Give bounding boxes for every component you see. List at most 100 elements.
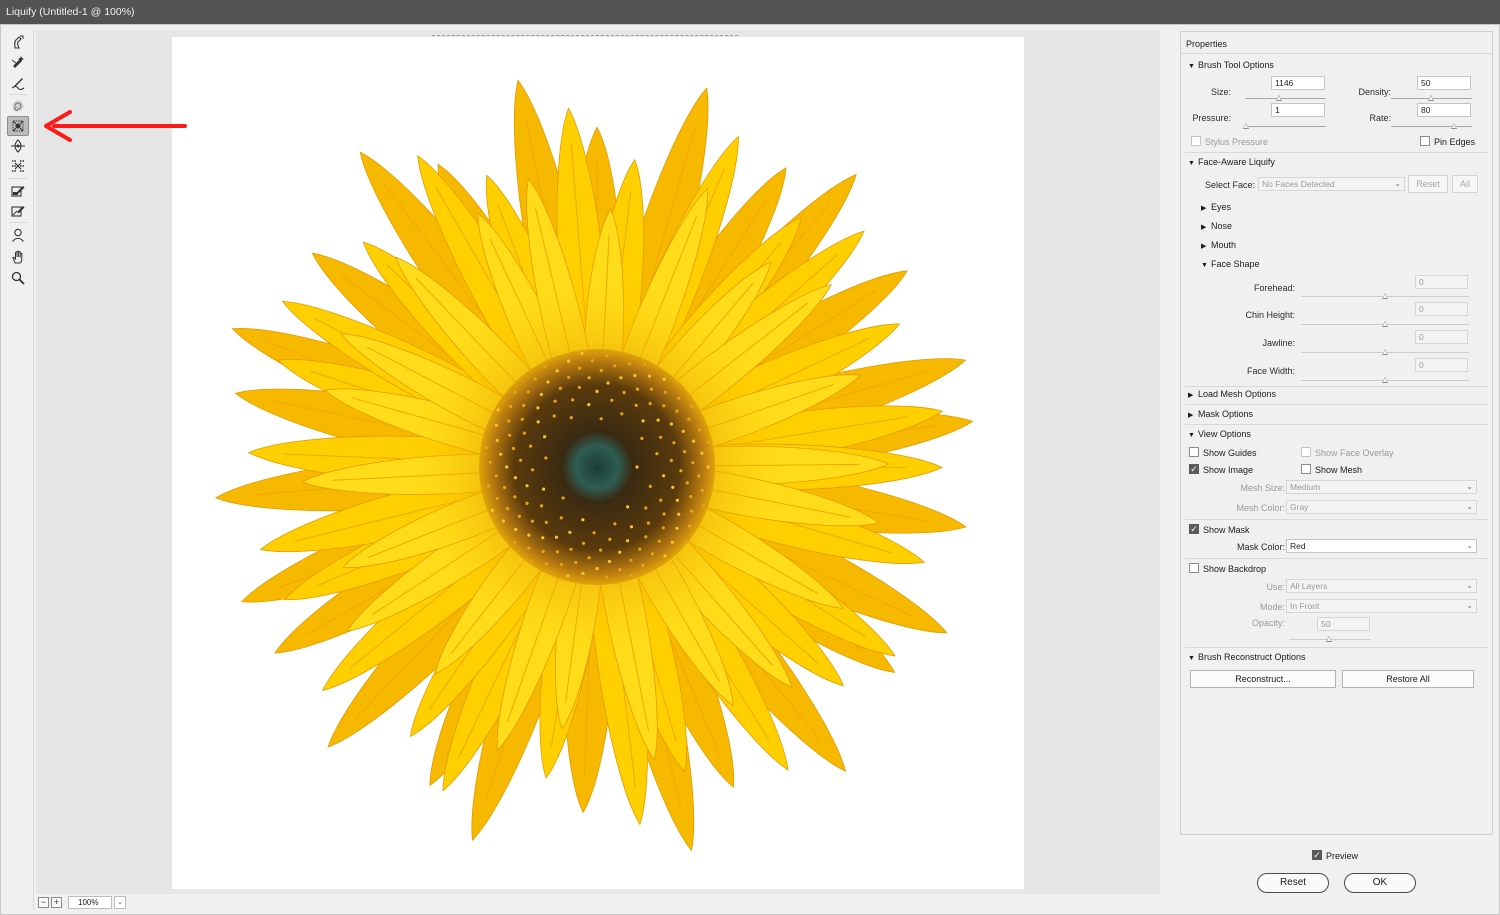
- thaw-mask-tool-icon[interactable]: [7, 200, 29, 220]
- section-face-aware-liquify[interactable]: ▼ Face-Aware Liquify: [1188, 157, 1275, 167]
- chevron-down-icon: ⌄: [1466, 482, 1473, 491]
- face-reset-button[interactable]: Reset: [1408, 175, 1448, 193]
- chevron-down-icon: ⌄: [1466, 541, 1473, 550]
- chin-height-input[interactable]: 0: [1415, 302, 1468, 316]
- preview-checkbox[interactable]: ✓: [1312, 850, 1322, 860]
- zoom-level-field[interactable]: 100%: [68, 895, 112, 909]
- pin-edges-checkbox[interactable]: [1420, 136, 1430, 146]
- window-title-bar: Liquify (Untitled-1 @ 100%): [0, 0, 1500, 24]
- triangle-down-icon: ▼: [1188, 160, 1195, 167]
- size-input[interactable]: 1146: [1271, 76, 1325, 90]
- use-label: Use:: [1266, 582, 1285, 592]
- subsection-face-shape[interactable]: ▼ Face Shape: [1201, 259, 1260, 269]
- show-mesh-checkbox[interactable]: [1301, 464, 1311, 474]
- push-left-tool-icon[interactable]: [7, 156, 29, 176]
- sunflower-image: [214, 79, 974, 852]
- window-title: Liquify (Untitled-1 @ 100%): [6, 6, 135, 18]
- zoom-out-button[interactable]: −: [38, 896, 49, 908]
- section-mask-options[interactable]: ▶ Mask Options: [1188, 409, 1253, 419]
- show-guides-checkbox[interactable]: [1189, 447, 1199, 457]
- forehead-slider-thumb[interactable]: [1382, 293, 1388, 299]
- reconstruct-button[interactable]: Reconstruct...: [1190, 670, 1336, 688]
- show-mask-checkbox[interactable]: ✓: [1189, 524, 1199, 534]
- section-load-mesh-options[interactable]: ▶ Load Mesh Options: [1188, 389, 1276, 399]
- rate-slider-thumb[interactable]: [1451, 123, 1457, 129]
- rate-slider-track[interactable]: [1391, 126, 1472, 127]
- mesh-color-label: Mesh Color:: [1236, 503, 1285, 513]
- density-input[interactable]: 50: [1417, 76, 1471, 90]
- section-brush-reconstruct-options[interactable]: ▼ Brush Reconstruct Options: [1188, 652, 1306, 662]
- ok-button[interactable]: OK: [1344, 873, 1416, 893]
- show-backdrop-checkbox[interactable]: [1189, 563, 1199, 573]
- restore-all-button[interactable]: Restore All: [1342, 670, 1474, 688]
- use-dropdown[interactable]: All Layers ⌄: [1286, 579, 1477, 593]
- mask-color-dropdown[interactable]: Red ⌄: [1286, 539, 1477, 553]
- twirl-clockwise-tool-icon[interactable]: [7, 96, 29, 116]
- mesh-size-dropdown[interactable]: Medium ⌄: [1286, 480, 1477, 494]
- section-brush-tool-options[interactable]: ▼ Brush Tool Options: [1188, 60, 1274, 70]
- smooth-tool-icon[interactable]: [7, 72, 29, 92]
- face-all-button[interactable]: All: [1452, 175, 1478, 193]
- forehead-input[interactable]: 0: [1415, 275, 1468, 289]
- triangle-right-icon: ▶: [1188, 392, 1194, 399]
- opacity-input[interactable]: 50: [1317, 617, 1370, 631]
- rate-label: Rate:: [1369, 113, 1391, 123]
- chin-height-slider-thumb[interactable]: [1382, 321, 1388, 327]
- face-width-input[interactable]: 0: [1415, 358, 1468, 372]
- chin-height-label: Chin Height:: [1245, 310, 1295, 320]
- show-backdrop-label: Show Backdrop: [1203, 564, 1267, 574]
- zoom-in-button[interactable]: +: [51, 896, 62, 908]
- stylus-pressure-label: Stylus Pressure: [1205, 137, 1269, 147]
- mesh-size-label: Mesh Size:: [1240, 483, 1285, 493]
- show-image-checkbox[interactable]: ✓: [1189, 464, 1199, 474]
- properties-title: Properties: [1186, 39, 1228, 49]
- mode-dropdown[interactable]: In Front ⌄: [1286, 599, 1477, 613]
- show-mask-label: Show Mask: [1203, 525, 1250, 535]
- stylus-pressure-checkbox[interactable]: [1191, 136, 1201, 146]
- subsection-eyes[interactable]: ▶ Eyes: [1201, 202, 1231, 212]
- density-slider-thumb[interactable]: [1428, 95, 1434, 101]
- size-slider-thumb[interactable]: [1276, 95, 1282, 101]
- jawline-input[interactable]: 0: [1415, 330, 1468, 344]
- subsection-nose[interactable]: ▶ Nose: [1201, 221, 1232, 231]
- pressure-input[interactable]: 1: [1271, 103, 1325, 117]
- reconstruct-tool-icon[interactable]: [7, 52, 29, 72]
- bloat-tool-icon[interactable]: [7, 136, 29, 156]
- opacity-slider-thumb[interactable]: [1326, 636, 1332, 642]
- pressure-label: Pressure:: [1192, 113, 1231, 123]
- triangle-down-icon: ▼: [1201, 262, 1208, 269]
- section-view-options[interactable]: ▼ View Options: [1188, 429, 1251, 439]
- freeze-mask-tool-icon[interactable]: [7, 180, 29, 200]
- select-face-label: Select Face:: [1204, 180, 1255, 190]
- rate-input[interactable]: 80: [1417, 103, 1471, 117]
- zoom-dropdown-chevron-down-icon[interactable]: ⌄: [114, 895, 126, 909]
- zoom-tool-icon[interactable]: [7, 268, 29, 288]
- reset-button[interactable]: Reset: [1257, 873, 1329, 893]
- size-slider-track[interactable]: [1245, 98, 1326, 99]
- show-face-overlay-checkbox[interactable]: [1301, 447, 1311, 457]
- mesh-color-dropdown[interactable]: Gray ⌄: [1286, 500, 1477, 514]
- show-image-label: Show Image: [1203, 465, 1254, 475]
- preview-label: Preview: [1326, 851, 1359, 861]
- hand-tool-icon[interactable]: [7, 247, 29, 267]
- triangle-down-icon: ▼: [1188, 63, 1195, 70]
- document-canvas[interactable]: [172, 37, 1024, 889]
- preview-workspace[interactable]: [36, 30, 1160, 894]
- pucker-tool-icon[interactable]: [7, 116, 29, 136]
- pressure-slider-thumb[interactable]: [1243, 123, 1249, 129]
- mode-label: Mode:: [1259, 602, 1285, 612]
- pressure-slider-track[interactable]: [1245, 126, 1326, 127]
- subsection-mouth[interactable]: ▶ Mouth: [1201, 240, 1236, 250]
- forward-warp-tool-icon[interactable]: [7, 32, 29, 52]
- pin-edges-label: Pin Edges: [1434, 137, 1476, 147]
- triangle-down-icon: ▼: [1188, 655, 1195, 662]
- triangle-right-icon: ▶: [1188, 412, 1194, 419]
- jawline-slider-thumb[interactable]: [1382, 349, 1388, 355]
- face-tool-icon[interactable]: [7, 225, 29, 245]
- density-label: Density:: [1358, 87, 1391, 97]
- chevron-down-icon: ⌄: [1466, 601, 1473, 610]
- show-guides-label: Show Guides: [1203, 448, 1257, 458]
- opacity-label: Opacity:: [1251, 618, 1285, 628]
- face-width-slider-thumb[interactable]: [1382, 377, 1388, 383]
- select-face-dropdown[interactable]: No Faces Detected ⌄: [1258, 177, 1405, 191]
